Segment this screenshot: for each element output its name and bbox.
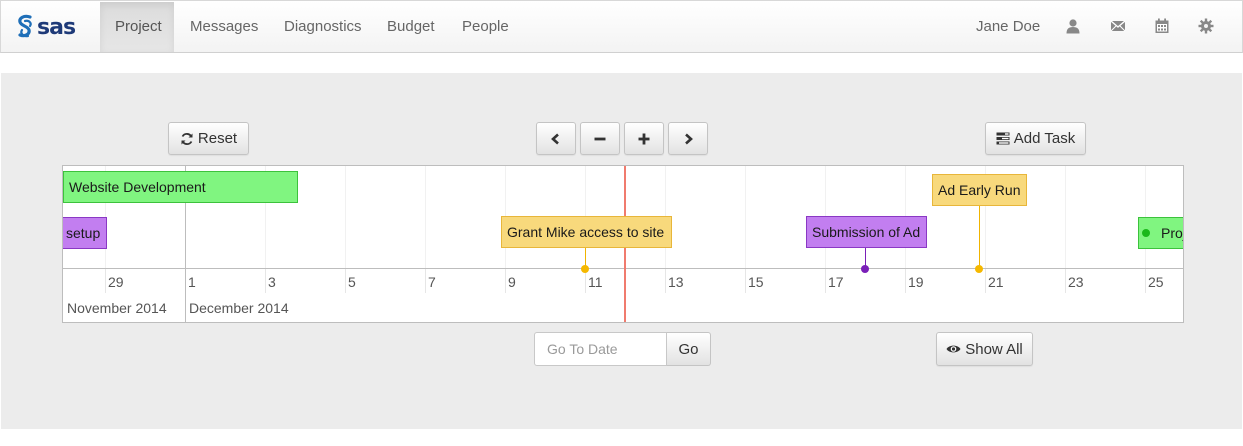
- move-left-button[interactable]: [536, 122, 576, 155]
- grid-line: [1065, 166, 1066, 269]
- nav-tab-label: Messages: [190, 18, 259, 35]
- user-name[interactable]: Jane Doe: [976, 2, 1040, 52]
- grid-line: [745, 166, 746, 269]
- axis-tick: [1065, 269, 1066, 293]
- timeline-item-submission-of-ad[interactable]: Submission of Ad: [806, 216, 927, 248]
- plus-icon: [638, 133, 650, 144]
- zoom-in-button[interactable]: [624, 122, 664, 155]
- axis-tick: [825, 269, 826, 293]
- nav-tab-label: Project: [115, 18, 162, 35]
- nav-tab-budget[interactable]: Budget: [372, 2, 450, 52]
- day-label: 11: [588, 274, 603, 290]
- logo-wordmark: sas: [37, 15, 76, 40]
- axis-tick: [745, 269, 746, 293]
- axis-tick: [665, 269, 666, 293]
- zoom-out-button[interactable]: [580, 122, 620, 155]
- chevron-right-icon: [685, 133, 693, 144]
- chevron-left-icon: [551, 133, 559, 144]
- eye-icon: [946, 343, 961, 355]
- add-task-button-label: Add Task: [1013, 130, 1076, 147]
- timeline-item-dot[interactable]: [581, 265, 589, 273]
- axis-tick: [105, 269, 106, 293]
- axis-tick: [265, 269, 266, 293]
- month-label: November 2014: [67, 300, 167, 316]
- timeline-axis: [63, 268, 1183, 269]
- go-to-date-group: Go: [534, 332, 711, 366]
- timeline-item-label: Website Development: [69, 179, 206, 195]
- top-navbar: sas Project Messages Diagnostics Budget …: [0, 0, 1243, 53]
- nav-tab-label: Budget: [387, 18, 435, 35]
- sas-logo[interactable]: sas: [15, 13, 76, 43]
- envelope-icon[interactable]: [1110, 18, 1126, 34]
- axis-tick: [425, 269, 426, 293]
- nav-tab-diagnostics[interactable]: Diagnostics: [269, 2, 377, 52]
- day-label: 5: [348, 274, 356, 290]
- day-label: 29: [108, 274, 124, 290]
- axis-tick: [1145, 269, 1146, 293]
- show-all-button[interactable]: Show All: [936, 332, 1033, 366]
- day-label: 13: [668, 274, 684, 290]
- nav-tab-people[interactable]: People: [447, 2, 524, 52]
- nav-tab-project[interactable]: Project: [100, 2, 174, 52]
- day-label: 7: [428, 274, 436, 290]
- day-label: 3: [268, 274, 276, 290]
- day-label: 21: [988, 274, 1004, 290]
- gear-icon[interactable]: [1198, 18, 1214, 34]
- day-label: 25: [1148, 274, 1164, 290]
- go-to-date-input[interactable]: [534, 332, 667, 366]
- axis-tick: [985, 269, 986, 293]
- timeline-item-dot[interactable]: [975, 265, 983, 273]
- timeline-item-label: Proj: [1161, 225, 1184, 241]
- project-timeline[interactable]: 29 1 3 5 7 9 11 13 15 17 19 21 23 25 Nov…: [62, 165, 1184, 323]
- nav-tab-label: Diagnostics: [284, 18, 362, 35]
- user-icon[interactable]: [1065, 18, 1081, 34]
- timeline-item-label: Ad Early Run: [938, 182, 1021, 198]
- project-panel: Reset Add Task 29 1 3 5 7 9 11 13 15 17 …: [1, 73, 1242, 429]
- refresh-icon: [180, 132, 194, 146]
- axis-tick: [505, 269, 506, 293]
- day-label: 17: [828, 274, 844, 290]
- day-label: 9: [508, 274, 516, 290]
- timeline-item-label: Grant Mike access to site: [507, 224, 665, 240]
- timeline-item-ad-early-run[interactable]: Ad Early Run: [932, 174, 1027, 206]
- grid-line: [425, 166, 426, 269]
- timeline-item-label: setup: [66, 225, 101, 241]
- nav-tab-label: People: [462, 18, 509, 35]
- nav-tab-messages[interactable]: Messages: [175, 2, 273, 52]
- go-button-label: Go: [678, 340, 699, 358]
- reset-button[interactable]: Reset: [168, 122, 249, 155]
- tasks-icon: [996, 132, 1010, 145]
- axis-tick: [905, 269, 906, 293]
- timeline-item-stem: [979, 206, 980, 268]
- reset-button-label: Reset: [197, 130, 238, 147]
- axis-tick: [345, 269, 346, 293]
- day-label: 15: [748, 274, 764, 290]
- month-label: December 2014: [189, 300, 289, 316]
- day-label: 19: [908, 274, 924, 290]
- move-right-button[interactable]: [668, 122, 708, 155]
- sas-s-mark-icon: [18, 14, 32, 38]
- timeline-item-label: Submission of Ad: [812, 224, 921, 240]
- day-label: 1: [188, 274, 196, 290]
- timeline-item-website-development[interactable]: Website Development: [63, 171, 298, 203]
- timeline-item-setup[interactable]: setup: [63, 217, 107, 249]
- timeline-item-dot[interactable]: [861, 265, 869, 273]
- grid-line: [345, 166, 346, 269]
- go-button[interactable]: Go: [667, 332, 711, 366]
- minus-icon: [594, 137, 606, 140]
- timeline-item-grant-mike-access[interactable]: Grant Mike access to site: [501, 216, 672, 248]
- calendar-icon[interactable]: [1154, 18, 1170, 34]
- timeline-point-dot: [1142, 229, 1150, 237]
- day-label: 23: [1068, 274, 1084, 290]
- add-task-button[interactable]: Add Task: [985, 122, 1086, 155]
- show-all-button-label: Show All: [965, 340, 1023, 358]
